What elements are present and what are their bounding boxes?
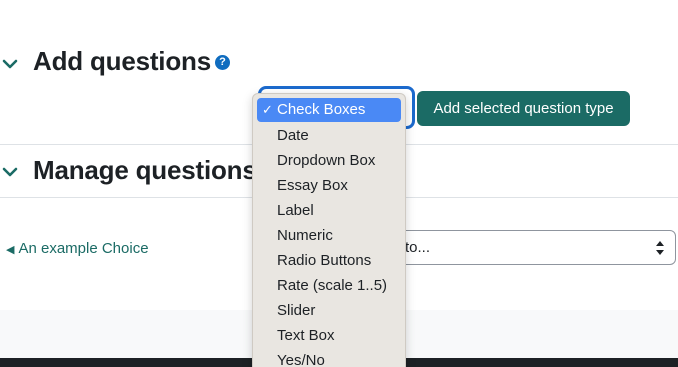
dropdown-option-yes-no[interactable]: Yes/No — [257, 349, 401, 367]
previous-activity-label: An example Choice — [18, 240, 149, 257]
dropdown-option-text-box[interactable]: Text Box — [257, 324, 401, 348]
dropdown-option-label[interactable]: Label — [257, 199, 401, 223]
dropdown-option-check-boxes[interactable]: ✓ Check Boxes — [257, 98, 401, 122]
select-arrows-icon — [655, 240, 665, 256]
jump-to-select[interactable]: to... — [380, 230, 676, 265]
previous-activity-link[interactable]: ◀ An example Choice — [6, 240, 149, 257]
dropdown-option-rate-scale[interactable]: Rate (scale 1..5) — [257, 274, 401, 298]
dropdown-option-dropdown-box[interactable]: Dropdown Box — [257, 149, 401, 173]
dropdown-option-essay-box[interactable]: Essay Box — [257, 174, 401, 198]
dropdown-option-numeric[interactable]: Numeric — [257, 224, 401, 248]
jump-to-select-value: to... — [405, 239, 431, 256]
dropdown-option-slider[interactable]: Slider — [257, 299, 401, 323]
dropdown-option-date[interactable]: Date — [257, 124, 401, 148]
checkmark-icon: ✓ — [262, 102, 273, 117]
manage-questions-heading: Manage questions — [33, 155, 257, 185]
add-selected-question-type-button[interactable]: Add selected question type — [417, 91, 630, 126]
page: Add questions ? Add selected question ty… — [0, 0, 678, 367]
help-icon[interactable]: ? — [215, 55, 230, 70]
collapse-add-questions-chevron-icon[interactable] — [0, 54, 20, 74]
add-questions-heading: Add questions — [33, 46, 211, 76]
dropdown-option-radio-buttons[interactable]: Radio Buttons — [257, 249, 401, 273]
collapse-manage-questions-chevron-icon[interactable] — [0, 162, 20, 182]
question-type-dropdown-list[interactable]: ✓ Check Boxes Date Dropdown Box Essay Box… — [252, 93, 406, 367]
back-arrow-icon: ◀ — [6, 244, 15, 256]
